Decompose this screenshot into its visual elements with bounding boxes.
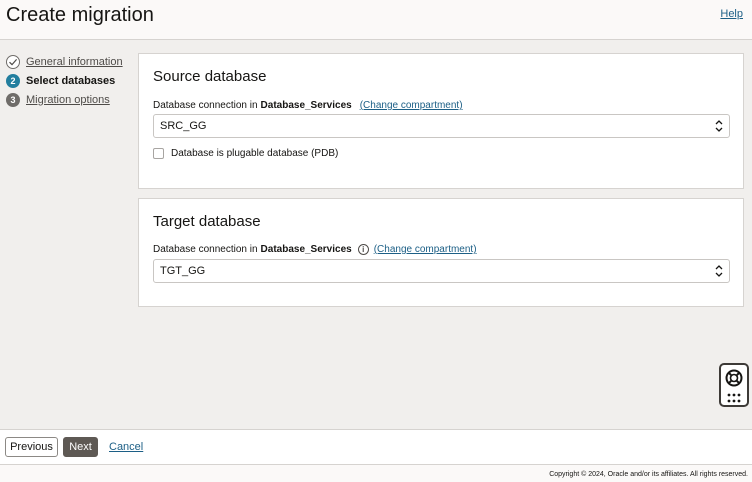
- selected-value: TGT_GG: [160, 265, 206, 277]
- step-general-information[interactable]: General information: [6, 52, 136, 71]
- source-connection-select[interactable]: SRC_GG: [153, 114, 730, 138]
- grid-dots-icon: [727, 393, 741, 403]
- source-database-title: Source database: [153, 68, 267, 85]
- connection-label-text: Database connection in: [153, 244, 258, 255]
- step-number-badge: 2: [6, 73, 20, 88]
- pdb-checkbox[interactable]: [153, 148, 164, 159]
- step-label: Select databases: [26, 74, 116, 87]
- next-button[interactable]: Next: [63, 437, 98, 457]
- pdb-checkbox-row: Database is plugable database (PDB): [153, 148, 338, 159]
- target-database-title: Target database: [153, 213, 261, 230]
- step-migration-options[interactable]: 3 Migration options: [6, 90, 136, 109]
- cancel-link[interactable]: Cancel: [109, 441, 143, 453]
- previous-button[interactable]: Previous: [5, 437, 58, 457]
- wizard-footer: Previous Next Cancel: [0, 429, 752, 464]
- help-widget[interactable]: [719, 363, 749, 407]
- source-change-compartment-link[interactable]: (Change compartment): [360, 100, 463, 111]
- wizard-steps: General information 2 Select databases 3…: [6, 52, 136, 109]
- page-header: Create migration Help: [0, 0, 752, 40]
- target-connection-select[interactable]: TGT_GG: [153, 259, 730, 283]
- connection-label-text: Database connection in: [153, 100, 258, 111]
- compartment-name: Database_Services: [260, 100, 352, 111]
- selected-value: SRC_GG: [160, 120, 207, 132]
- chevron-up-down-icon: [715, 265, 723, 277]
- step-number-badge: 3: [6, 92, 20, 107]
- source-connection-label: Database connection in Database_Services…: [153, 100, 463, 111]
- page-title: Create migration: [6, 4, 154, 26]
- lifebuoy-icon: [725, 369, 743, 387]
- target-database-card: Target database Database connection in D…: [138, 198, 744, 307]
- target-change-compartment-link[interactable]: (Change compartment): [374, 244, 477, 255]
- step-select-databases: 2 Select databases: [6, 71, 136, 90]
- pdb-checkbox-label: Database is plugable database (PDB): [171, 148, 339, 159]
- compartment-name: Database_Services: [260, 244, 352, 255]
- info-icon[interactable]: i: [357, 244, 369, 255]
- copyright-text: Copyright © 2024, Oracle and/or its affi…: [549, 471, 748, 478]
- step-label[interactable]: General information: [26, 56, 123, 68]
- step-label[interactable]: Migration options: [26, 94, 110, 106]
- chevron-up-down-icon: [715, 120, 723, 132]
- target-connection-label: Database connection in Database_Services…: [153, 244, 477, 255]
- help-link[interactable]: Help: [720, 8, 743, 20]
- copyright-bar: Copyright © 2024, Oracle and/or its affi…: [0, 464, 752, 482]
- source-database-card: Source database Database connection in D…: [138, 53, 744, 189]
- check-circle-icon: [6, 54, 20, 69]
